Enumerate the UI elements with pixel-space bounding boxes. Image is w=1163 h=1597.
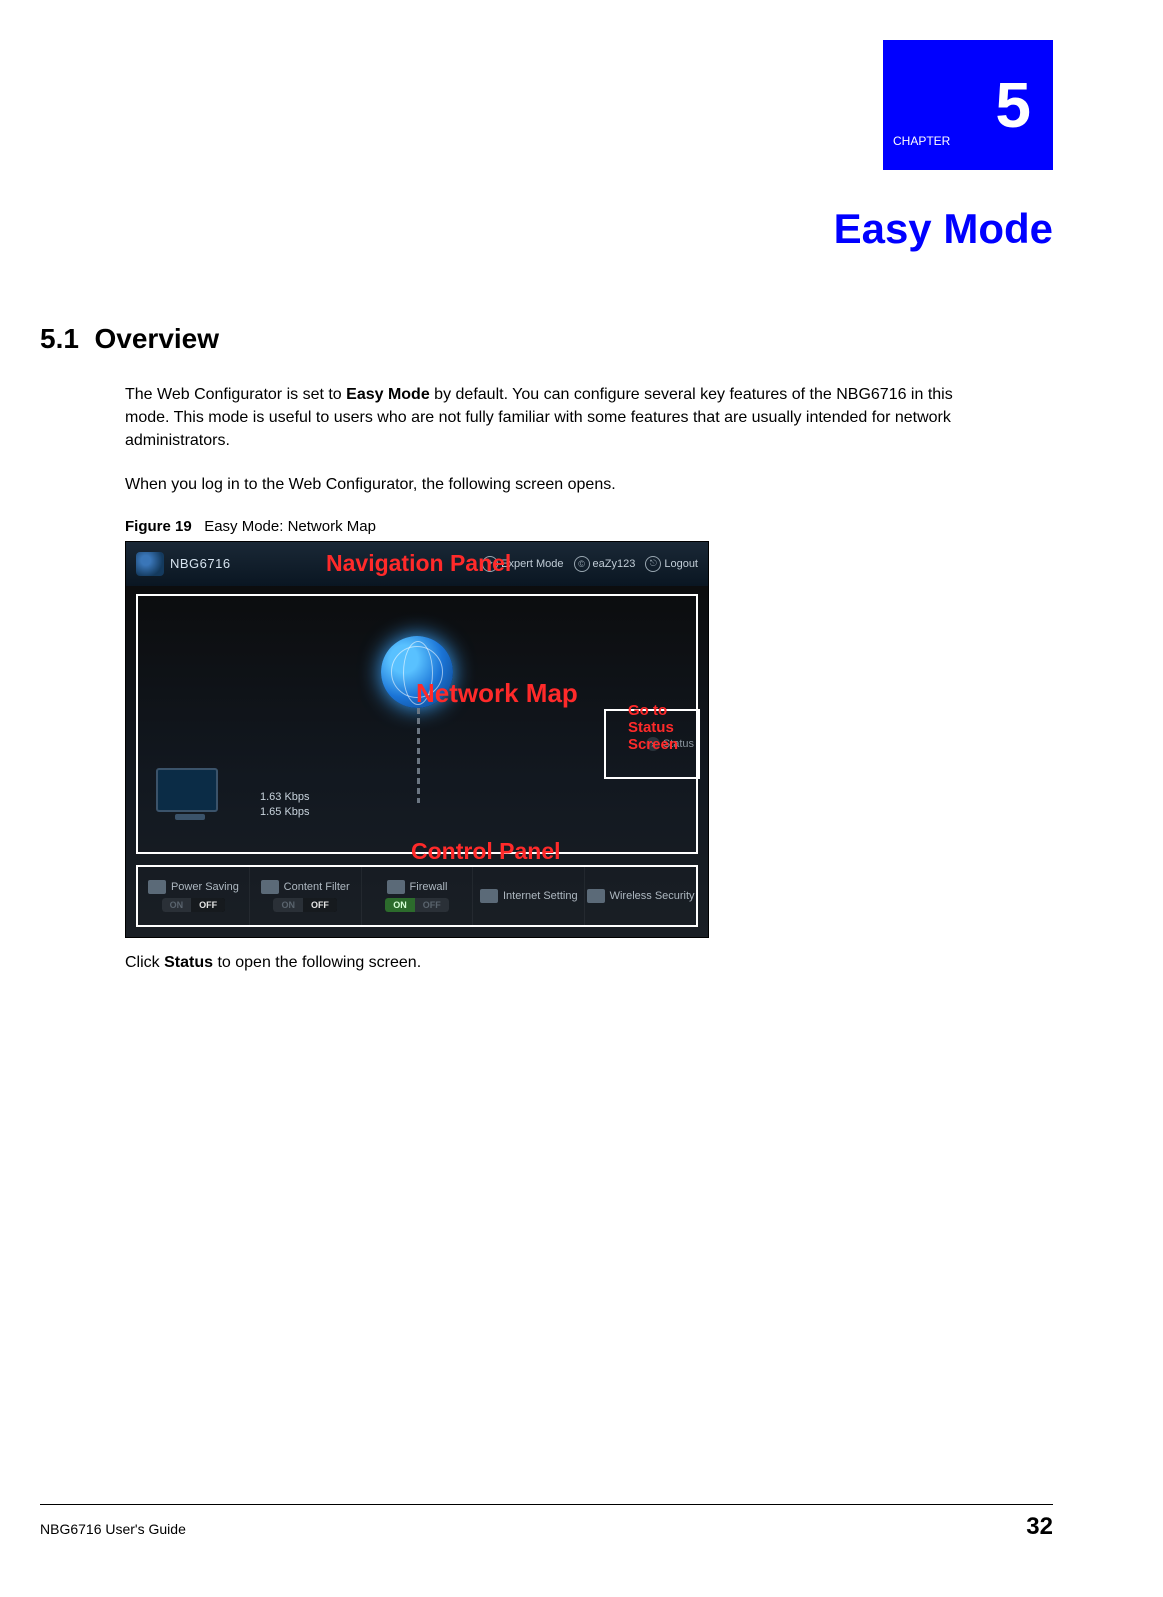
chapter-number: 5 [995, 73, 1031, 137]
chapter-badge: CHAPTER 5 [883, 40, 1053, 170]
nav-right: ✦ Expert Mode © eaZy123 ⎋ Logout [482, 556, 698, 572]
paragraph-2: When you log in to the Web Configurator,… [125, 473, 985, 496]
logout-link[interactable]: ⎋ Logout [645, 556, 698, 572]
section-number: 5.1 [40, 323, 79, 354]
footer-guide: NBG6716 User's Guide [40, 1521, 186, 1537]
internet-globe-icon[interactable] [381, 636, 453, 708]
kbps-down: 1.65 Kbps [260, 805, 310, 820]
page-number: 32 [1026, 1513, 1053, 1541]
bandwidth-readout: 1.63 Kbps 1.65 Kbps [260, 790, 310, 820]
toggle-power-saving[interactable]: ON OFF [162, 898, 226, 912]
body-text: The Web Configurator is set to Easy Mode… [125, 383, 985, 496]
internet-icon [480, 889, 498, 903]
expert-mode-link[interactable]: ✦ Expert Mode [482, 556, 563, 572]
gear-icon: ✦ [482, 556, 498, 572]
logo-icon [136, 552, 164, 576]
chevron-right-icon: › [646, 737, 660, 751]
filter-icon [261, 880, 279, 894]
status-button-box: › Status [604, 709, 700, 779]
ctrl-internet-setting[interactable]: Internet Setting [473, 867, 585, 925]
toggle-content-filter[interactable]: ON OFF [273, 898, 337, 912]
brand: NBG6716 [136, 552, 231, 576]
figure-caption: Figure 19 Easy Mode: Network Map [125, 518, 1053, 535]
paragraph-1: The Web Configurator is set to Easy Mode… [125, 383, 985, 453]
leaf-icon [148, 880, 166, 894]
toggle-firewall[interactable]: ON OFF [385, 898, 449, 912]
navigation-panel: NBG6716 ✦ Expert Mode © eaZy123 ⎋ Logout [126, 542, 708, 586]
section-title: Overview [95, 323, 220, 354]
ctrl-content-filter[interactable]: Content Filter ON OFF [250, 867, 362, 925]
status-button[interactable]: › Status [646, 737, 694, 751]
ctrl-firewall[interactable]: Firewall ON OFF [362, 867, 474, 925]
post-figure-text: Click Status to open the following scree… [125, 954, 1053, 972]
user-label[interactable]: © eaZy123 [574, 556, 636, 572]
wifi-lock-icon [587, 889, 605, 903]
page: CHAPTER 5 Easy Mode 5.1 Overview The Web… [0, 0, 1163, 1597]
logout-icon: ⎋ [645, 556, 661, 572]
client-pc-icon[interactable] [156, 768, 224, 820]
chapter-label: CHAPTER [893, 134, 954, 148]
chapter-title: Easy Mode [40, 205, 1053, 253]
connection-line [417, 708, 420, 803]
user-icon: © [574, 556, 590, 572]
figure-screenshot: NBG6716 ✦ Expert Mode © eaZy123 ⎋ Logout [125, 541, 709, 938]
ctrl-wireless-security[interactable]: Wireless Security [585, 867, 696, 925]
ctrl-power-saving[interactable]: Power Saving ON OFF [138, 867, 250, 925]
firewall-icon [387, 880, 405, 894]
fig-inner: NBG6716 ✦ Expert Mode © eaZy123 ⎋ Logout [126, 542, 708, 937]
page-footer: NBG6716 User's Guide 32 [40, 1504, 1053, 1541]
control-panel: Power Saving ON OFF Content Filter ON OF… [136, 865, 698, 927]
kbps-up: 1.63 Kbps [260, 790, 310, 805]
section-heading: 5.1 Overview [40, 323, 1053, 355]
brand-text: NBG6716 [170, 556, 231, 571]
